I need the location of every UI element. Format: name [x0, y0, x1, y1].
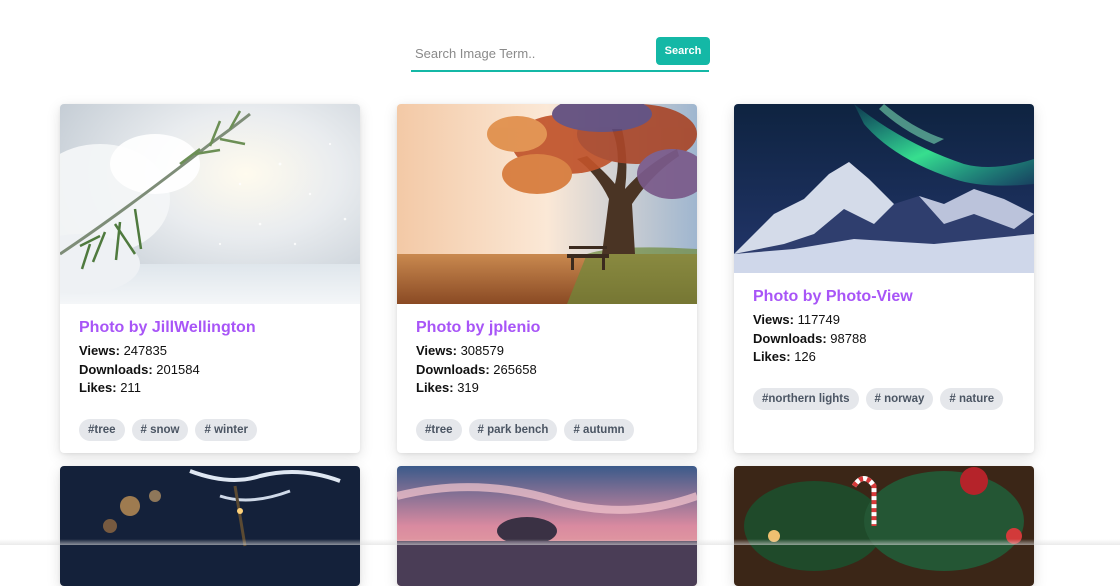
- downloads-value: 265658: [493, 361, 537, 377]
- downloads-value: 98788: [830, 330, 867, 346]
- card-title: Photo by JillWellington: [79, 319, 256, 336]
- card-image-autumn-tree[interactable]: [397, 104, 697, 304]
- likes-stat: Likes: 211: [79, 379, 341, 398]
- tag-chip[interactable]: # autumn: [564, 419, 634, 441]
- views-stat: Views: 117749: [753, 311, 1015, 330]
- views-value: 247835: [123, 343, 167, 358]
- likes-label: Likes:: [416, 380, 454, 395]
- card-body: Photo by jplenio Views: 308579 Downloads…: [397, 304, 697, 398]
- search-input[interactable]: [411, 36, 653, 70]
- tag-chip[interactable]: # nature: [940, 388, 1004, 410]
- likes-value: 211: [120, 380, 141, 395]
- downloads-stat: Downloads: 98788: [753, 330, 1015, 349]
- views-stat: Views: 247835: [79, 342, 341, 361]
- card-image-christmas-wreath[interactable]: [734, 466, 1034, 586]
- card-body: Photo by Photo-View Views: 117749 Downlo…: [734, 273, 1034, 367]
- card-title: Photo by jplenio: [416, 319, 541, 336]
- scroll-fade: [0, 539, 1120, 545]
- tag-chip[interactable]: #tree: [416, 419, 462, 441]
- downloads-stat: Downloads: 265658: [416, 361, 678, 380]
- likes-value: 319: [457, 380, 479, 395]
- likes-value: 126: [794, 349, 816, 364]
- image-card: [397, 466, 697, 586]
- downloads-label: Downloads:: [416, 361, 490, 377]
- views-value: 117749: [797, 312, 840, 327]
- tag-chip[interactable]: # norway: [865, 388, 934, 410]
- card-image-pink-sunset[interactable]: [397, 466, 697, 586]
- card-body: Photo by JillWellington Views: 247835 Do…: [60, 304, 360, 398]
- tag-chip[interactable]: # park bench: [468, 419, 558, 441]
- card-image-night-lights[interactable]: [60, 466, 360, 586]
- card-image-northern-lights[interactable]: [734, 104, 1034, 273]
- image-card: Photo by Photo-View Views: 117749 Downlo…: [734, 104, 1034, 453]
- tag-chip[interactable]: # winter: [195, 419, 257, 441]
- image-card: Photo by JillWellington Views: 247835 Do…: [60, 104, 360, 453]
- card-title: Photo by Photo-View: [753, 288, 913, 305]
- search-form: Search: [411, 36, 710, 73]
- likes-label: Likes:: [753, 349, 791, 364]
- views-label: Views:: [753, 312, 794, 327]
- likes-label: Likes:: [79, 380, 117, 395]
- tag-chip[interactable]: # snow: [131, 419, 189, 441]
- image-card: Photo by jplenio Views: 308579 Downloads…: [397, 104, 697, 453]
- downloads-label: Downloads:: [753, 330, 827, 346]
- search-button[interactable]: Search: [656, 37, 710, 65]
- views-stat: Views: 308579: [416, 342, 678, 361]
- views-value: 308579: [460, 343, 504, 358]
- tag-list: #tree # park bench # autumn: [416, 419, 634, 441]
- tag-list: #tree # snow # winter: [79, 419, 257, 441]
- likes-stat: Likes: 126: [753, 348, 1015, 367]
- image-card: [60, 466, 360, 586]
- downloads-label: Downloads:: [79, 361, 153, 377]
- views-label: Views:: [416, 343, 457, 358]
- image-card: [734, 466, 1034, 586]
- likes-stat: Likes: 319: [416, 379, 678, 398]
- tag-list: #northern lights # norway # nature: [753, 388, 1004, 410]
- tag-chip[interactable]: #tree: [79, 419, 125, 441]
- card-image-snowy-branch[interactable]: [60, 104, 360, 304]
- search-underline: [411, 70, 709, 72]
- tag-chip[interactable]: #northern lights: [753, 388, 859, 410]
- views-label: Views:: [79, 343, 120, 358]
- downloads-stat: Downloads: 201584: [79, 361, 341, 380]
- downloads-value: 201584: [156, 361, 200, 377]
